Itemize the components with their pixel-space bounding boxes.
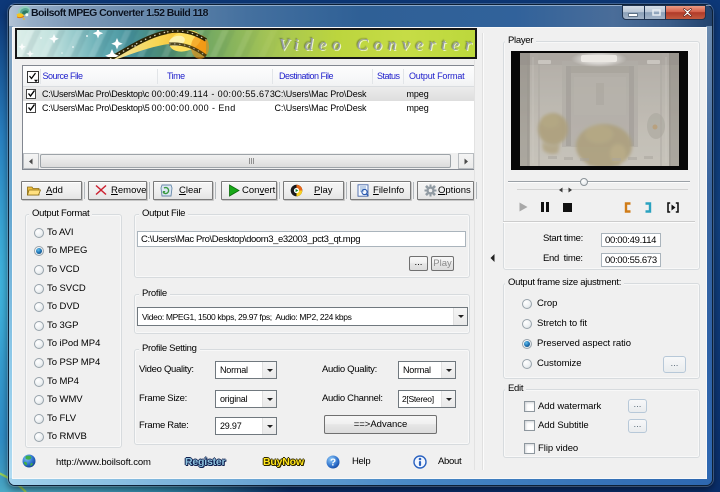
svg-text:?: ? xyxy=(330,458,336,469)
